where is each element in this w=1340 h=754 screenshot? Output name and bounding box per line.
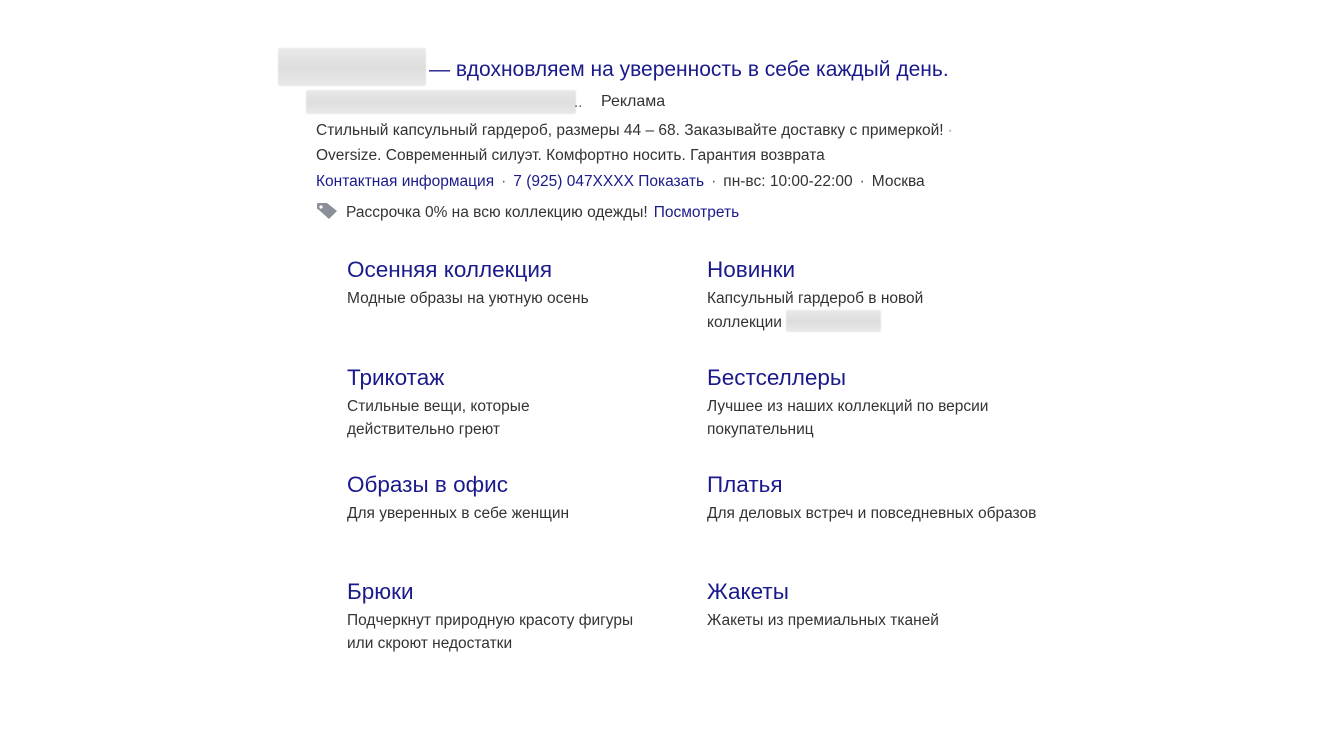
promo-text: Рассрочка 0% на всю коллекцию одежды! bbox=[346, 204, 648, 221]
sitelink-title[interactable]: Жакеты bbox=[707, 578, 1037, 606]
sitelink-desc: Модные образы на уютную осень bbox=[347, 290, 589, 307]
sitelink-title[interactable]: Осенняя коллекция bbox=[347, 256, 677, 284]
redacted-text bbox=[785, 310, 881, 332]
sitelink: Образы в офис Для уверенных в себе женщи… bbox=[347, 471, 677, 525]
sitelink-title[interactable]: Бестселлеры bbox=[707, 364, 1057, 392]
sitelink-desc: Стильные вещи, которые действительно гре… bbox=[347, 398, 530, 438]
sitelink: Трикотаж Стильные вещи, которые действит… bbox=[347, 364, 587, 441]
search-ad: — вдохновляем на уверенность в себе кажд… bbox=[278, 46, 1078, 652]
sitelink-desc: Для уверенных в себе женщин bbox=[347, 505, 570, 522]
sitelink: Платья Для деловых встреч и повседневных… bbox=[707, 471, 1047, 525]
redacted-brand-name bbox=[278, 48, 426, 86]
separator-dot: · bbox=[711, 173, 717, 190]
sitelink-desc: Для деловых встреч и повседневных образо… bbox=[707, 505, 1037, 522]
promo-view-link[interactable]: Посмотреть bbox=[654, 204, 739, 221]
sitelink: Жакеты Жакеты из премиальных тканей bbox=[707, 578, 1037, 632]
sitelink: Бестселлеры Лучшее из наших коллекций по… bbox=[707, 364, 1057, 441]
ad-description: Стильный капсульный гардероб, размеры 44… bbox=[316, 118, 1086, 168]
working-hours: пн-вс: 10:00-22:00 bbox=[723, 173, 853, 190]
sitelink-title[interactable]: Новинки bbox=[707, 256, 977, 284]
sitelink-desc: Жакеты из премиальных тканей bbox=[707, 612, 939, 629]
separator-dot: · bbox=[859, 173, 865, 190]
ad-title-row: — вдохновляем на уверенность в себе кажд… bbox=[278, 46, 1078, 86]
description-separator: · bbox=[947, 122, 953, 139]
tag-icon bbox=[316, 202, 338, 220]
sitelink: Брюки Подчеркнут природную красоту фигур… bbox=[347, 578, 637, 655]
ad-contacts: Контактная информация · 7 (925) 047XXXX По… bbox=[316, 170, 925, 194]
sitelink-title[interactable]: Брюки bbox=[347, 578, 637, 606]
sitelink-desc: Капсульный гардероб в новой коллекции bbox=[707, 287, 977, 334]
ad-label: Реклама bbox=[601, 93, 666, 110]
separator-dot: · bbox=[501, 173, 507, 190]
sitelink-desc: Подчеркнут природную красоту фигуры или … bbox=[347, 612, 634, 652]
contact-info-link[interactable]: Контактная информация bbox=[316, 173, 494, 190]
sitelink-title[interactable]: Трикотаж bbox=[347, 364, 587, 392]
phone-show-link[interactable]: 7 (925) 047XXXX Показать bbox=[513, 173, 704, 190]
sitelink-title[interactable]: Платья bbox=[707, 471, 1047, 499]
ad-title-link[interactable]: — вдохновляем на уверенность в себе кажд… bbox=[429, 58, 949, 82]
url-ellipsis: .. bbox=[574, 94, 583, 111]
redacted-url[interactable] bbox=[306, 90, 576, 114]
city: Москва bbox=[871, 173, 925, 190]
sitelink: Новинки Капсульный гардероб в новой колл… bbox=[707, 256, 977, 334]
sitelink: Осенняя коллекция Модные образы на уютну… bbox=[347, 256, 677, 310]
ad-description-line-2: Oversize. Современный силуэт. Комфортно … bbox=[316, 147, 825, 164]
ad-description-line-1: Стильный капсульный гардероб, размеры 44… bbox=[316, 122, 944, 139]
sitelink-desc: Лучшее из наших коллекций по версии поку… bbox=[707, 398, 989, 438]
sitelink-title[interactable]: Образы в офис bbox=[347, 471, 677, 499]
ad-promo: Рассрочка 0% на всю коллекцию одежды! Пос… bbox=[316, 202, 739, 224]
